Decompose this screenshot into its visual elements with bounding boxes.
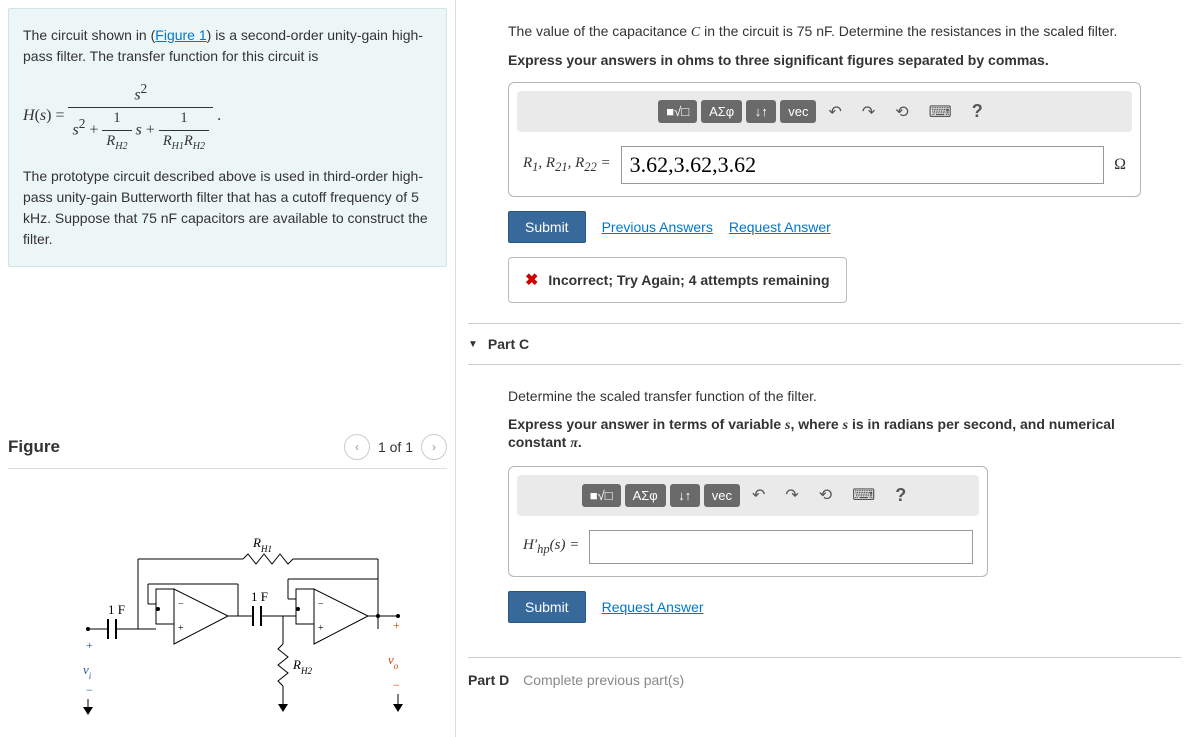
answer-label-b: R1, R21, R22 = [523,155,611,175]
reset-icon[interactable]: ⟲ [811,481,840,509]
answer-box-b: ■√□ ΑΣφ ↓↑ vec ↶ ↷ ⟲ ⌨ ? R1, R21, R22 = … [508,82,1141,197]
problem-statement: The circuit shown in (Figure 1) is a sec… [8,8,447,267]
part-c-prompt: Determine the scaled transfer function o… [508,385,1141,407]
figure-title: Figure [8,437,60,457]
undo-icon[interactable]: ↶ [744,481,773,509]
svg-text:RH2: RH2 [292,657,312,676]
submit-button-c[interactable]: Submit [508,591,586,623]
figure-page: 1 of 1 [378,439,413,455]
x-icon: ✖ [525,270,538,290]
svg-text:−: − [86,683,93,697]
submit-button-b[interactable]: Submit [508,211,586,243]
svg-text:−: − [318,599,324,610]
circuit-figure: 1 F RH1 − + [8,479,447,729]
svg-text:−: − [178,599,184,610]
svg-text:+: + [86,638,93,652]
answer-input-c[interactable] [589,530,973,564]
unit-ohm: Ω [1114,156,1126,174]
subscript-button[interactable]: ↓↑ [746,100,776,123]
part-c: Determine the scaled transfer function o… [468,365,1181,656]
templates-button[interactable]: ■√□ [658,100,697,123]
request-answer-link-b[interactable]: Request Answer [729,219,831,235]
instruction: Express your answers in ohms to three si… [508,52,1141,68]
formula-toolbar-c: ■√□ ΑΣφ ↓↑ vec ↶ ↷ ⟲ ⌨ ? [517,475,979,516]
reset-icon[interactable]: ⟲ [887,98,916,126]
problem-detail: The prototype circuit described above is… [23,166,432,250]
svg-text:1 F: 1 F [251,589,268,604]
formula-toolbar: ■√□ ΑΣφ ↓↑ vec ↶ ↷ ⟲ ⌨ ? [517,91,1132,132]
svg-text:+: + [393,618,400,632]
transfer-function-formula: H(s) = s2 s2 + 1RH2 s + 1RH1RH2 . [23,79,432,154]
part-c-title: Part C [488,336,529,352]
help-icon[interactable]: ? [887,481,914,510]
vec-button[interactable]: vec [780,100,816,123]
part-b: The value of the capacitance C in the ci… [468,0,1181,323]
intro-text: The circuit shown in ( [23,27,155,43]
feedback-incorrect: ✖ Incorrect; Try Again; 4 attempts remai… [508,257,847,303]
part-d-label: Part D [468,672,509,688]
vec-button[interactable]: vec [704,484,740,507]
undo-icon[interactable]: ↶ [820,98,849,126]
part-d-text: Complete previous part(s) [523,672,684,688]
feedback-text: Incorrect; Try Again; 4 attempts remaini… [548,272,829,288]
subscript-button[interactable]: ↓↑ [670,484,700,507]
chevron-down-icon: ▼ [468,339,478,350]
previous-answers-link[interactable]: Previous Answers [602,219,713,235]
svg-text:RH1: RH1 [252,535,272,554]
figure-next-button[interactable]: › [421,434,447,460]
answer-box-c: ■√□ ΑΣφ ↓↑ vec ↶ ↷ ⟲ ⌨ ? H′hp(s) = [508,466,988,577]
greek-button[interactable]: ΑΣφ [701,100,742,123]
svg-text:vi: vi [83,662,92,681]
request-answer-link-c[interactable]: Request Answer [602,599,704,615]
templates-button[interactable]: ■√□ [582,484,621,507]
part-d-row: Part D Complete previous part(s) [468,657,1181,702]
greek-button[interactable]: ΑΣφ [625,484,666,507]
svg-text:vo: vo [388,652,399,671]
figure-link[interactable]: Figure 1 [155,27,206,43]
keyboard-icon[interactable]: ⌨ [844,481,883,509]
redo-icon[interactable]: ↷ [777,481,806,509]
answer-label-c: H′hp(s) = [523,537,579,557]
svg-text:+: + [178,623,184,634]
help-icon[interactable]: ? [964,97,991,126]
answer-input-b[interactable] [621,146,1104,184]
svg-text:1 F: 1 F [108,602,125,617]
svg-text:−: − [393,678,400,692]
figure-prev-button[interactable]: ‹ [344,434,370,460]
svg-text:+: + [318,623,324,634]
redo-icon[interactable]: ↷ [854,98,883,126]
part-c-header[interactable]: ▼ Part C [468,323,1181,365]
keyboard-icon[interactable]: ⌨ [921,98,960,126]
